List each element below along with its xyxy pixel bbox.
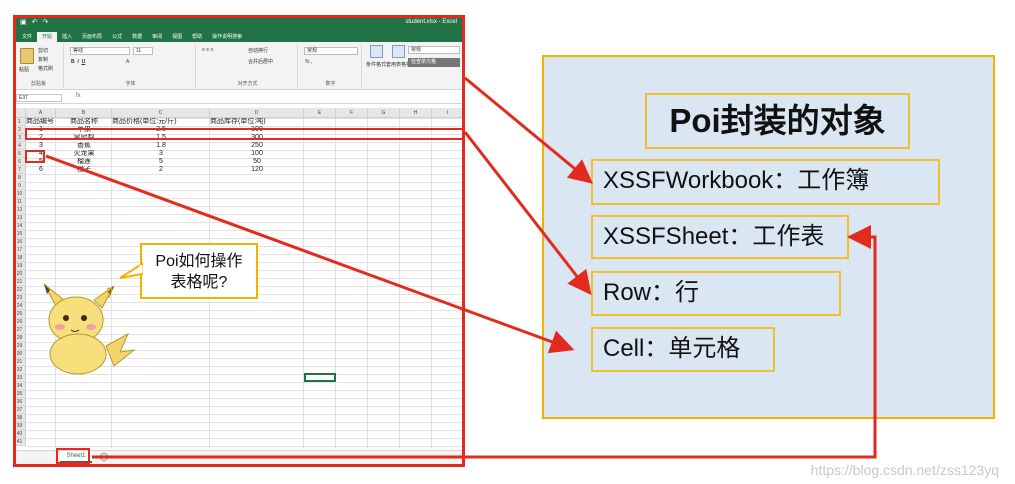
watermark: https://blog.csdn.net/zss123yq <box>810 462 999 478</box>
workbook-label: XSSFWorkbook：工作簿 <box>591 159 940 205</box>
workbook-highlight <box>13 15 465 467</box>
bubble-line-1: Poi如何操作 <box>155 253 243 270</box>
row-label: Row：行 <box>591 271 841 316</box>
pikachu-mascot-image: ? <box>43 283 136 375</box>
poi-objects-panel: Poi封装的对象 XSSFWorkbook：工作簿 XSSFSheet：工作表 … <box>542 55 995 419</box>
bubble-line-2: 表格呢? <box>170 274 228 291</box>
sheet-tab-highlight <box>56 448 90 464</box>
svg-text:?: ? <box>106 286 113 302</box>
row-highlight <box>25 128 465 140</box>
sheet-label: XSSFSheet：工作表 <box>591 215 849 259</box>
panel-title: Poi封装的对象 <box>645 93 910 149</box>
bubble-tail <box>119 262 143 279</box>
cell-highlight <box>25 150 45 163</box>
speech-bubble: Poi如何操作 表格呢? <box>140 243 258 299</box>
cell-label: Cell：单元格 <box>591 327 775 372</box>
